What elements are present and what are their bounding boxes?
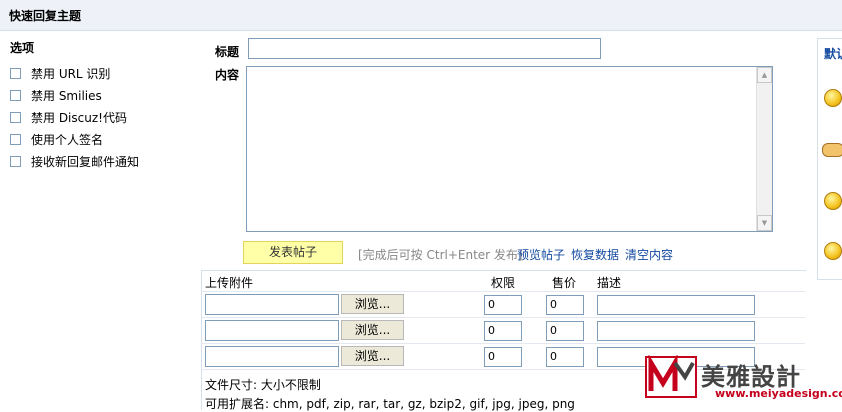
- checkbox[interactable]: [10, 111, 21, 123]
- option-label: 禁用 Discuz!代码: [31, 110, 127, 125]
- file-path-input[interactable]: [205, 320, 339, 341]
- option-label: 使用个人签名: [31, 132, 104, 147]
- quick-reply-header: 快速回复主题: [0, 0, 842, 31]
- shortcut-hint: [完成后可按 Ctrl+Enter 发布]: [358, 248, 523, 262]
- price-input[interactable]: 0: [546, 321, 584, 341]
- smiley-icon[interactable]: [824, 242, 842, 260]
- permission-input[interactable]: 0: [484, 295, 522, 315]
- content-textarea[interactable]: ▲ ▼: [246, 66, 773, 232]
- option-label: 接收新回复邮件通知: [31, 154, 140, 169]
- option-label: 禁用 Smilies: [31, 88, 102, 103]
- price-input[interactable]: 0: [546, 295, 584, 315]
- options-title: 选项: [10, 41, 35, 55]
- extensions-note: 可用扩展名: chm, pdf, zip, rar, tar, gz, bzip…: [205, 397, 575, 411]
- price-header: 售价: [552, 276, 577, 290]
- restore-data-link[interactable]: 恢复数据: [571, 246, 619, 263]
- file-path-input[interactable]: [205, 346, 339, 367]
- description-input[interactable]: [597, 321, 755, 341]
- divider: [201, 343, 805, 344]
- watermark: 美雅設計 www.meiyadesign.com: [645, 355, 842, 409]
- content-label: 内容: [215, 68, 240, 82]
- meiya-logo-icon: [645, 355, 697, 398]
- option-disable-url[interactable]: 禁用 URL 识别: [10, 65, 110, 81]
- checkbox[interactable]: [10, 67, 21, 79]
- divider: [201, 317, 805, 318]
- subject-input[interactable]: [248, 38, 601, 59]
- checkbox[interactable]: [10, 133, 21, 145]
- page-title: 快速回复主题: [9, 9, 82, 23]
- file-size-note: 文件尺寸: 大小不限制: [205, 378, 321, 392]
- watermark-url: www.meiyadesign.com: [715, 387, 842, 400]
- preview-post-link[interactable]: 预览帖子: [517, 246, 565, 263]
- submit-post-button[interactable]: 发表帖子: [243, 241, 343, 264]
- textarea-scrollbar[interactable]: ▲ ▼: [756, 67, 772, 231]
- description-header: 描述: [597, 276, 622, 290]
- smilies-panel-title[interactable]: 默认: [824, 45, 842, 62]
- divider: [201, 291, 805, 292]
- browse-button[interactable]: 浏览...: [341, 320, 404, 340]
- option-disable-smilies[interactable]: 禁用 Smilies: [10, 87, 102, 103]
- price-input[interactable]: 0: [546, 347, 584, 367]
- clear-content-link[interactable]: 清空内容: [625, 246, 673, 263]
- permission-input[interactable]: 0: [484, 347, 522, 367]
- checkbox[interactable]: [10, 155, 21, 167]
- option-use-signature[interactable]: 使用个人签名: [10, 131, 103, 147]
- smilies-panel: 默认: [817, 38, 842, 280]
- smiley-icon[interactable]: [824, 192, 842, 210]
- permission-input[interactable]: 0: [484, 321, 522, 341]
- option-disable-discuz-code[interactable]: 禁用 Discuz!代码: [10, 109, 127, 125]
- checkbox[interactable]: [10, 89, 21, 101]
- file-path-input[interactable]: [205, 294, 339, 315]
- subject-label: 标题: [215, 45, 240, 59]
- browse-button[interactable]: 浏览...: [341, 294, 404, 314]
- scroll-down-icon[interactable]: ▼: [757, 215, 772, 231]
- smiley-icon[interactable]: [824, 89, 842, 107]
- scroll-up-icon[interactable]: ▲: [757, 67, 772, 83]
- upload-header: 上传附件: [205, 276, 254, 290]
- handshake-icon[interactable]: [822, 143, 842, 157]
- option-label: 禁用 URL 识别: [31, 66, 111, 81]
- permission-header: 权限: [491, 276, 516, 290]
- option-email-notify[interactable]: 接收新回复邮件通知: [10, 153, 139, 169]
- description-input[interactable]: [597, 295, 755, 315]
- browse-button[interactable]: 浏览...: [341, 346, 404, 366]
